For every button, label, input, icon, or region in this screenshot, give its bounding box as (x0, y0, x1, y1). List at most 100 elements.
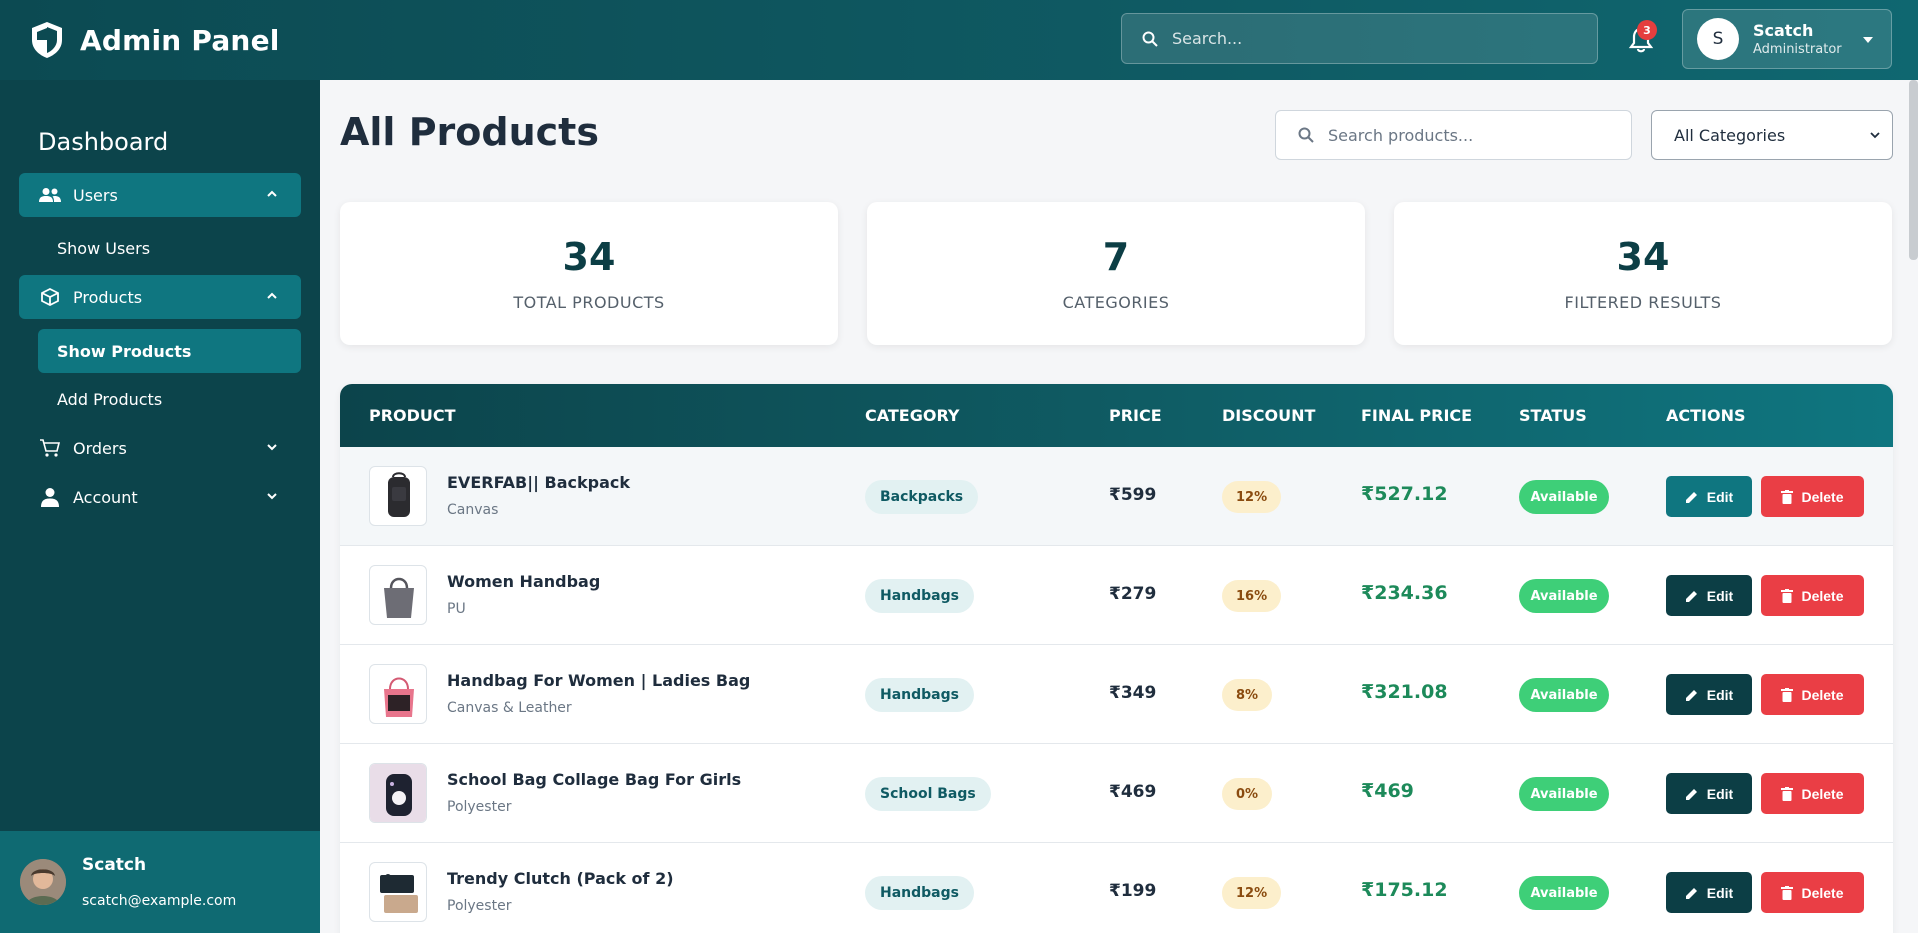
sidebar-heading[interactable]: Dashboard (38, 128, 320, 160)
trash-icon (1781, 588, 1794, 603)
product-material: Polyester (447, 898, 512, 914)
table-row[interactable]: Women Handbag PU Handbags ₹279 16% ₹234.… (340, 546, 1893, 645)
cart-icon (39, 437, 61, 459)
category-select[interactable]: All Categories (1651, 110, 1893, 160)
sidebar-item-add-products[interactable]: Add Products (38, 377, 301, 421)
search-icon (1142, 31, 1158, 47)
discount-badge: 8% (1222, 679, 1273, 711)
pencil-icon (1685, 788, 1697, 800)
global-search-input[interactable] (1172, 29, 1572, 48)
product-name[interactable]: School Bag Collage Bag For Girls (447, 770, 741, 789)
chevron-down-icon (267, 493, 277, 500)
column-header-actions: ACTIONS (1666, 406, 1746, 425)
trash-icon (1781, 885, 1794, 900)
column-header-category[interactable]: CATEGORY (865, 406, 960, 425)
sidebar-item-show-users[interactable]: Show Users (38, 226, 301, 270)
discount-badge: 16% (1222, 580, 1282, 612)
product-material: PU (447, 601, 466, 617)
product-price: ₹469 (1109, 782, 1157, 802)
column-header-status[interactable]: STATUS (1519, 406, 1587, 425)
final-price: ₹469 (1361, 780, 1414, 802)
user-icon (39, 486, 61, 508)
pencil-icon (1685, 887, 1697, 899)
product-image (369, 862, 427, 922)
scrollbar[interactable] (1909, 80, 1918, 260)
delete-button-label: Delete (1801, 884, 1844, 901)
user-menu[interactable]: S Scatch Administrator (1682, 9, 1892, 69)
trash-icon (1781, 786, 1794, 801)
product-image (369, 664, 427, 724)
category-select-value: All Categories (1674, 125, 1786, 145)
edit-button[interactable]: Edit (1666, 476, 1752, 517)
products-table: PRODUCT CATEGORY PRICE DISCOUNT FINAL PR… (340, 384, 1893, 933)
stat-value: 34 (1616, 235, 1670, 279)
top-header: Admin Panel 3 S Scatch Administrator (0, 0, 1918, 80)
pencil-icon (1685, 491, 1697, 503)
sidebar-user-card[interactable]: Scatch scatch@example.com (0, 831, 320, 933)
category-badge: Handbags (865, 678, 974, 712)
column-header-product[interactable]: PRODUCT (369, 406, 456, 425)
stat-card-categories: 7 CATEGORIES (867, 202, 1365, 345)
table-row[interactable]: Handbag For Women | Ladies Bag Canvas & … (340, 645, 1893, 744)
global-search[interactable] (1121, 13, 1598, 64)
product-price: ₹199 (1109, 881, 1157, 901)
edit-button-label: Edit (1706, 884, 1734, 901)
stat-label: TOTAL PRODUCTS (513, 293, 665, 312)
user-role: Administrator (1753, 42, 1842, 57)
stat-card-filtered-results: 34 FILTERED RESULTS (1394, 202, 1892, 345)
product-name[interactable]: Handbag For Women | Ladies Bag (447, 671, 750, 690)
table-header: PRODUCT CATEGORY PRICE DISCOUNT FINAL PR… (340, 384, 1893, 447)
product-image (369, 565, 427, 625)
users-icon (39, 184, 61, 206)
edit-button-label: Edit (1706, 686, 1734, 703)
stat-label: FILTERED RESULTS (1564, 293, 1722, 312)
delete-button-label: Delete (1801, 686, 1844, 703)
column-header-final-price[interactable]: FINAL PRICE (1361, 406, 1472, 425)
search-icon (1298, 127, 1314, 143)
product-image (369, 763, 427, 823)
table-row[interactable]: School Bag Collage Bag For Girls Polyest… (340, 744, 1893, 843)
brand[interactable]: Admin Panel (30, 21, 280, 59)
notification-badge: 3 (1637, 20, 1657, 40)
sidebar-user-email: scatch@example.com (82, 893, 237, 909)
stat-value: 34 (562, 235, 616, 279)
delete-button[interactable]: Delete (1761, 872, 1864, 913)
stat-value: 7 (1102, 235, 1130, 279)
product-name[interactable]: Trendy Clutch (Pack of 2) (447, 869, 674, 888)
category-badge: Backpacks (865, 480, 979, 514)
chevron-down-icon (1870, 132, 1880, 139)
column-header-discount[interactable]: DISCOUNT (1222, 406, 1315, 425)
sidebar-item-products[interactable]: Products (19, 275, 301, 319)
chevron-up-icon (267, 292, 277, 299)
delete-button[interactable]: Delete (1761, 674, 1864, 715)
edit-button[interactable]: Edit (1666, 674, 1752, 715)
product-search-input[interactable] (1328, 125, 1618, 145)
sidebar: Dashboard Users Show Users Products Show… (0, 80, 320, 933)
chevron-down-icon (267, 444, 277, 451)
edit-button-label: Edit (1706, 785, 1734, 802)
delete-button[interactable]: Delete (1761, 476, 1864, 517)
sidebar-item-orders[interactable]: Orders (19, 426, 301, 470)
product-name[interactable]: Women Handbag (447, 572, 600, 591)
edit-button[interactable]: Edit (1666, 575, 1752, 616)
column-header-price[interactable]: PRICE (1109, 406, 1162, 425)
product-name[interactable]: EVERFAB|| Backpack (447, 473, 630, 492)
edit-button[interactable]: Edit (1666, 872, 1752, 913)
pencil-icon (1685, 689, 1697, 701)
delete-button[interactable]: Delete (1761, 575, 1864, 616)
sidebar-item-account[interactable]: Account (19, 475, 301, 519)
category-badge: School Bags (865, 777, 991, 811)
product-material: Polyester (447, 799, 512, 815)
status-badge: Available (1519, 678, 1609, 712)
status-badge: Available (1519, 579, 1609, 613)
table-row[interactable]: Trendy Clutch (Pack of 2) Polyester Hand… (340, 843, 1893, 933)
delete-button[interactable]: Delete (1761, 773, 1864, 814)
edit-button[interactable]: Edit (1666, 773, 1752, 814)
pencil-icon (1685, 590, 1697, 602)
sidebar-item-label: Users (73, 185, 118, 205)
sidebar-item-show-products[interactable]: Show Products (38, 329, 301, 373)
final-price: ₹234.36 (1361, 582, 1448, 604)
sidebar-item-users[interactable]: Users (19, 173, 301, 217)
product-search[interactable] (1275, 110, 1632, 160)
table-row[interactable]: EVERFAB|| Backpack Canvas Backpacks ₹599… (340, 447, 1893, 546)
